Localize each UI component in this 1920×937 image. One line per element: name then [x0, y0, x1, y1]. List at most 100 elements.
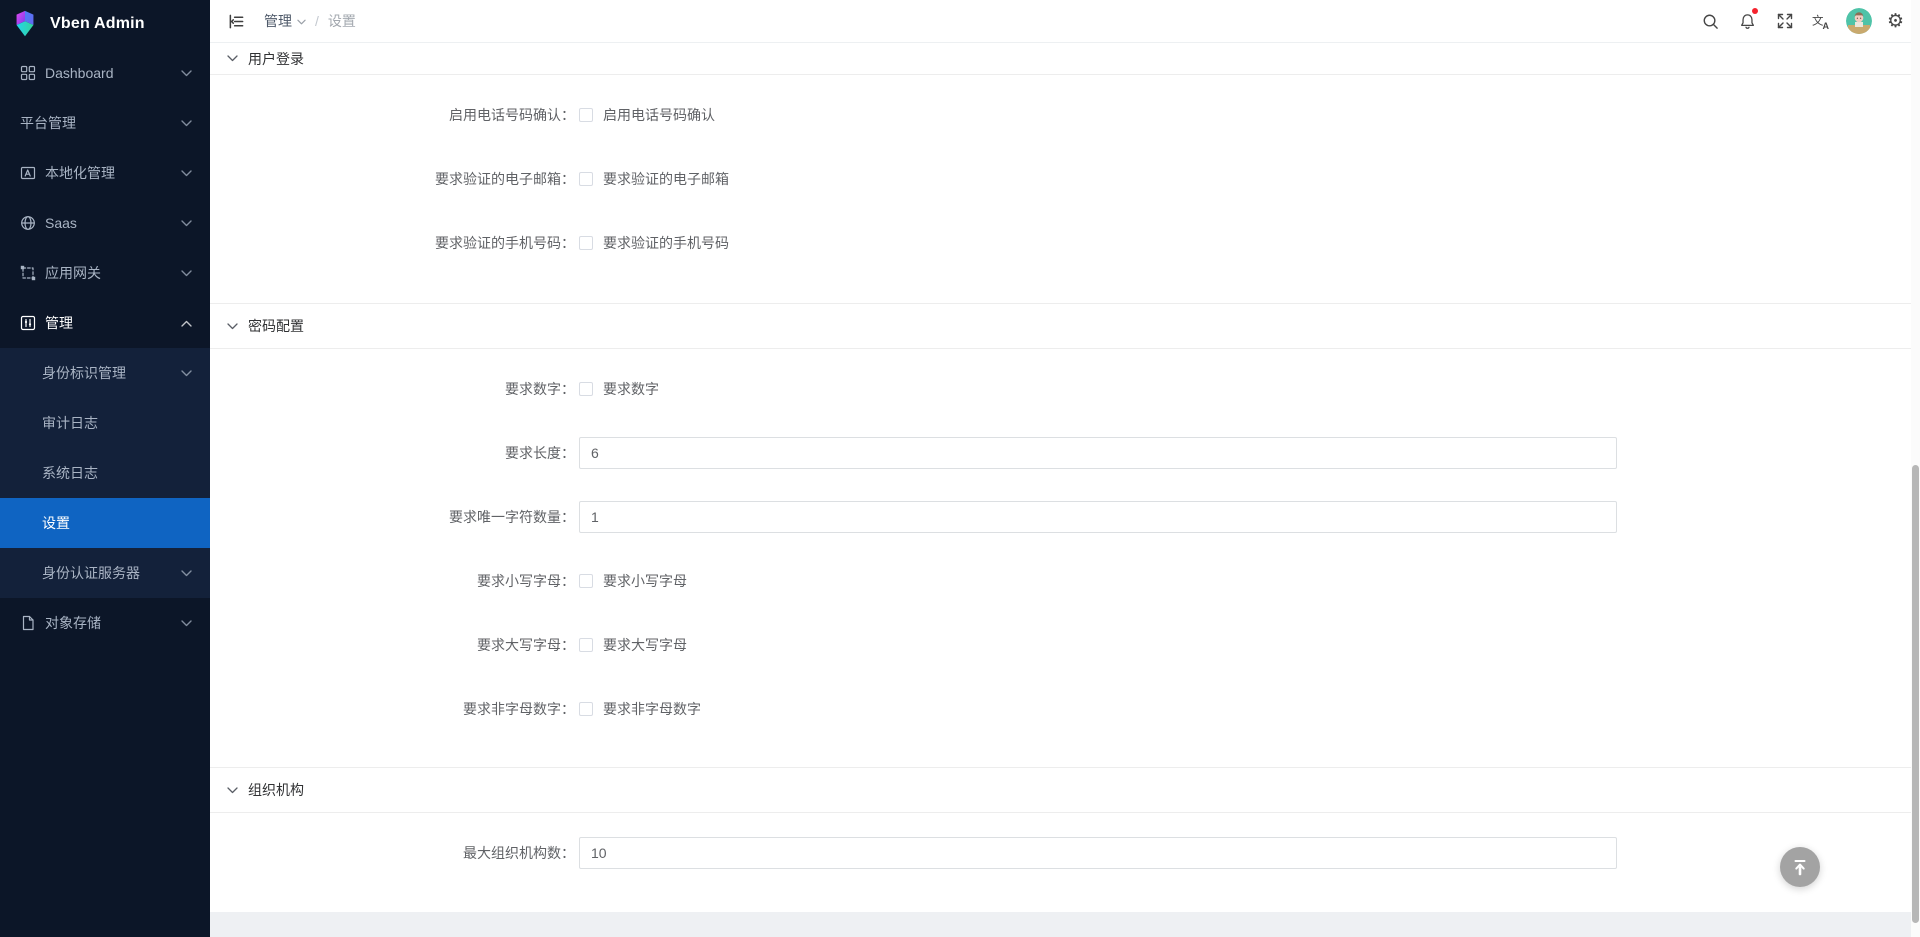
sidebar-item-localization-management[interactable]: 本地化管理 [0, 148, 210, 198]
avatar [1846, 8, 1872, 34]
section-body-organization: 最大组织机构数： [210, 813, 1920, 869]
checkbox-label: 启用电话号码确认 [603, 105, 715, 125]
sidebar-item-label: Saas [45, 215, 77, 231]
chevron-down-icon [227, 787, 238, 794]
section-body-password-config: 要求数字：要求数字要求长度：要求唯一字符数量：要求小写字母：要求小写字母要求大写… [210, 349, 1920, 767]
header: 管理 / 设置 文 [210, 0, 1920, 43]
form-row-enable-phone-confirmation: 启用电话号码确认：启用电话号码确认 [210, 99, 1920, 131]
section-title: 密码配置 [248, 316, 304, 336]
form-label: 最大组织机构数： [210, 843, 575, 863]
chevron-down-icon [181, 570, 192, 577]
form-label: 要求小写字母： [210, 571, 575, 591]
bell-icon[interactable] [1729, 0, 1766, 43]
form-label: 要求验证的手机号码： [210, 233, 575, 253]
chevron-down-icon [181, 170, 192, 177]
form-control [579, 437, 1617, 469]
sidebar-item-label: 系统日志 [42, 463, 98, 483]
chevron-down-icon [181, 70, 192, 77]
section-header-password-config[interactable]: 密码配置 [210, 303, 1920, 349]
form-control: 要求数字 [579, 379, 659, 399]
section-header-user-login[interactable]: 用户登录 [210, 43, 1920, 75]
chevron-down-icon [297, 19, 306, 25]
translate-icon[interactable]: 文 A [1803, 0, 1840, 43]
checkbox-require-verified-phone[interactable] [579, 236, 593, 250]
logo-text: Vben Admin [50, 15, 145, 33]
sidebar-item-label: 身份认证服务器 [42, 563, 140, 583]
checkbox-label: 要求数字 [603, 379, 659, 399]
breadcrumb-item-settings: 设置 [328, 11, 356, 31]
form-row-require-digit: 要求数字： 要求数字 [210, 373, 1920, 405]
sidebar-item-app-gateway[interactable]: 应用网关 [0, 248, 210, 298]
sidebar-item-label: 身份标识管理 [42, 363, 126, 383]
form-row-require-verified-phone: 要求验证的手机号码：要求验证的手机号码 [210, 227, 1920, 259]
form-label: 要求数字： [210, 379, 575, 399]
form-row-require-non-alphanumeric: 要求非字母数字：要求非字母数字 [210, 693, 1920, 725]
header-actions: 文 A ⚙ [1692, 0, 1914, 43]
form-control: 要求小写字母 [579, 571, 687, 591]
search-icon[interactable] [1692, 0, 1729, 43]
sidebar-item-system-logs[interactable]: 系统日志 [0, 448, 210, 498]
form-row-require-verified-email: 要求验证的电子邮箱：要求验证的电子邮箱 [210, 163, 1920, 195]
sidebar-item-auth-server[interactable]: 身份认证服务器 [0, 548, 210, 598]
sidebar-item-label: 应用网关 [45, 263, 101, 283]
sidebar-item-settings[interactable]: 设置 [0, 498, 210, 548]
input-required-unique-chars[interactable] [579, 501, 1617, 533]
chevron-down-icon [227, 55, 238, 62]
form-label: 要求非字母数字： [210, 699, 575, 719]
checkbox-enable-phone-confirmation[interactable] [579, 108, 593, 122]
form-row-max-organizations: 最大组织机构数： [210, 837, 1920, 869]
submenu-management: 身份标识管理审计日志系统日志设置身份认证服务器 [0, 348, 210, 598]
breadcrumb-item-management[interactable]: 管理 [264, 11, 306, 31]
sidebar-item-identity-management[interactable]: 身份标识管理 [0, 348, 210, 398]
chevron-down-icon [181, 120, 192, 127]
checkbox-label: 要求小写字母 [603, 571, 687, 591]
sidebar-item-label: 对象存储 [45, 613, 101, 633]
checkbox-require-uppercase[interactable] [579, 638, 593, 652]
checkbox-require-non-alphanumeric[interactable] [579, 702, 593, 716]
sidebar-item-object-storage[interactable]: 对象存储 [0, 598, 210, 648]
sidebar-item-label: 本地化管理 [45, 163, 115, 183]
chevron-down-icon [181, 220, 192, 227]
sidebar-item-label: 平台管理 [20, 113, 76, 133]
sidebar-item-dashboard[interactable]: Dashboard [0, 48, 210, 98]
sidebar-item-platform-management[interactable]: 平台管理 [0, 98, 210, 148]
sidebar-item-saas[interactable]: Saas [0, 198, 210, 248]
menu-fold-icon[interactable] [224, 9, 248, 33]
sidebar-item-label: 管理 [45, 313, 73, 333]
form-control: 要求大写字母 [579, 635, 687, 655]
checkbox-require-digit[interactable] [579, 382, 593, 396]
logo[interactable]: Vben Admin [0, 0, 210, 48]
svg-text:A: A [1823, 21, 1830, 30]
sidebar-item-audit-logs[interactable]: 审计日志 [0, 398, 210, 448]
input-max-organizations[interactable] [579, 837, 1617, 869]
scrollbar-track [1911, 0, 1920, 937]
form-row-required-unique-chars: 要求唯一字符数量： [210, 501, 1920, 533]
sidebar-item-management[interactable]: 管理 [0, 298, 210, 348]
chevron-down-icon [181, 620, 192, 627]
checkbox-require-verified-email[interactable] [579, 172, 593, 186]
notification-badge [1752, 8, 1758, 14]
sidebar-menu: Dashboard 平台管理本地化管理 Saas 应用网关管理身份标识管理审计日志系统… [0, 48, 210, 648]
form-control [579, 837, 1617, 869]
settings-form: 用户登录启用电话号码确认：启用电话号码确认要求验证的电子邮箱：要求验证的电子邮箱… [210, 43, 1920, 912]
form-control: 要求非字母数字 [579, 699, 701, 719]
breadcrumb-separator: / [315, 13, 319, 29]
scrollbar-thumb[interactable] [1912, 465, 1919, 923]
checkbox-require-lowercase[interactable] [579, 574, 593, 588]
gateway-icon [20, 265, 36, 281]
chevron-down-icon [181, 270, 192, 277]
section-body-user-login: 启用电话号码确认：启用电话号码确认要求验证的电子邮箱：要求验证的电子邮箱要求验证… [210, 75, 1920, 303]
input-required-length[interactable] [579, 437, 1617, 469]
fullscreen-icon[interactable] [1766, 0, 1803, 43]
saas-icon [20, 215, 36, 231]
form-label: 要求大写字母： [210, 635, 575, 655]
form-control: 要求验证的电子邮箱 [579, 169, 729, 189]
storage-icon [20, 615, 36, 631]
gear-icon[interactable]: ⚙ [1877, 0, 1914, 43]
dashboard-icon [20, 65, 36, 81]
section-header-organization[interactable]: 组织机构 [210, 767, 1920, 813]
user-avatar[interactable] [1840, 0, 1877, 43]
sidebar-item-label: 设置 [42, 513, 70, 533]
back-to-top-button[interactable] [1780, 847, 1820, 887]
form-control: 要求验证的手机号码 [579, 233, 729, 253]
